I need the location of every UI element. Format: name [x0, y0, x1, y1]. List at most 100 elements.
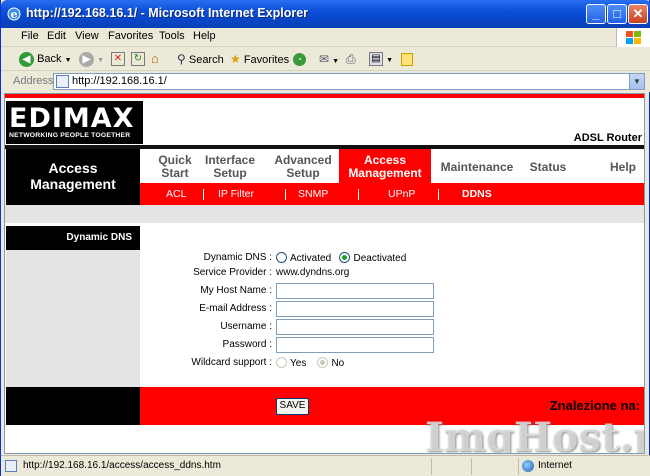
menu-file[interactable]: File [21, 30, 39, 42]
subtab-snmp[interactable]: SNMP [298, 188, 328, 200]
subtab-separator [438, 189, 439, 200]
section-title: Access Management [6, 149, 140, 205]
menu-help[interactable]: Help [193, 30, 216, 42]
footer-left-block [6, 387, 140, 425]
wildcard-label: Wildcard support : [191, 357, 272, 368]
dynamic-dns-options: Activated Deactivated [276, 252, 406, 264]
search-label: Search [188, 54, 224, 66]
mail-button[interactable]: ✉ ▼ [319, 50, 339, 68]
page-icon [56, 75, 69, 88]
watermark: ImgHost.pl [425, 414, 644, 454]
top-red-line [5, 94, 644, 98]
stop-button[interactable]: ✕ [111, 50, 125, 68]
internet-zone-icon [522, 460, 534, 472]
status-bar: http://192.168.16.1/access/access_ddns.h… [1, 455, 650, 476]
email-input[interactable] [276, 301, 434, 317]
address-input[interactable]: http://192.168.16.1/ ▼ [53, 73, 645, 90]
deactivated-label: Deactivated [353, 253, 407, 264]
title-bar[interactable]: e http://192.168.16.1/ - Microsoft Inter… [1, 0, 650, 28]
favorites-button[interactable]: ★ Favorites [230, 50, 289, 68]
home-button[interactable]: ⌂ [151, 50, 159, 68]
subtab-acl[interactable]: ACL [166, 188, 186, 200]
mail-icon: ✉ [319, 52, 330, 66]
print-icon: ⎙ [346, 52, 356, 66]
section-title-line2: Management [30, 176, 116, 192]
back-button[interactable]: ◀ Back ▼ [19, 50, 72, 68]
address-url: http://192.168.16.1/ [72, 75, 167, 87]
print-button[interactable]: ⎙ [346, 50, 356, 68]
status-url: http://192.168.16.1/access/access_ddns.h… [23, 460, 221, 471]
tab-interface-setup[interactable]: Interface Setup [202, 149, 258, 183]
tab-quick-start[interactable]: Quick Start [148, 149, 202, 183]
forward-dropdown-icon[interactable]: ▼ [97, 57, 104, 64]
windows-flag-icon [626, 31, 641, 44]
activated-radio[interactable] [276, 252, 287, 263]
address-label: Address [13, 75, 54, 87]
history-button[interactable]: ◔ [293, 50, 306, 68]
refresh-icon: ↻ [131, 52, 145, 67]
router-model: ADSL Router [573, 132, 642, 144]
search-icon: ⚲ [177, 52, 186, 66]
email-label: E-mail Address : [199, 303, 272, 314]
tab-maintenance[interactable]: Maintenance [437, 149, 517, 183]
username-row: Username : [140, 318, 644, 336]
logo-text: EDIMAX [9, 103, 135, 134]
host-name-input[interactable] [276, 283, 434, 299]
address-dropdown-icon[interactable]: ▼ [629, 74, 644, 89]
menu-bar: File Edit View Favorites Tools Help [1, 28, 650, 47]
wildcard-yes-radio[interactable] [276, 357, 287, 368]
status-divider [471, 458, 472, 475]
section-title-line1: Access [48, 160, 98, 176]
dynamic-dns-label: Dynamic DNS : [203, 252, 272, 263]
password-row: Password : [140, 336, 644, 354]
search-button[interactable]: ⚲ Search [177, 50, 224, 68]
wildcard-options: Yes No [276, 357, 344, 369]
windows-logo [616, 28, 650, 47]
subtab-ip-filter[interactable]: IP Filter [218, 188, 254, 200]
activated-label: Activated [290, 253, 332, 264]
menu-edit[interactable]: Edit [47, 30, 66, 42]
refresh-button[interactable]: ↻ [131, 50, 145, 68]
edit-button[interactable]: ▤ ▼ [369, 50, 393, 68]
address-bar: Address http://192.168.16.1/ ▼ [1, 71, 650, 92]
window-title: http://192.168.16.1/ - Microsoft Interne… [26, 6, 309, 20]
logo-tagline: NETWORKING PEOPLE TOGETHER [9, 132, 131, 139]
tab-help[interactable]: Help [603, 149, 643, 183]
menu-favorites[interactable]: Favorites [108, 30, 153, 42]
maximize-button[interactable]: □ [607, 4, 627, 24]
menu-view[interactable]: View [75, 30, 99, 42]
minimize-button[interactable]: _ [586, 4, 606, 24]
tab-label: Start [161, 166, 189, 180]
status-divider [431, 458, 432, 475]
wildcard-no-label: No [331, 358, 345, 369]
status-page-icon [5, 460, 17, 472]
edit-dropdown-icon[interactable]: ▼ [386, 57, 393, 64]
service-provider-row: Service Provider : www.dyndns.org [140, 264, 644, 282]
tab-label: Management [348, 166, 422, 180]
forward-button[interactable]: ▶ ▼ [79, 50, 104, 68]
subtab-bar: ACL IP Filter SNMP UPnP DDNS [140, 183, 644, 205]
mail-dropdown-icon[interactable]: ▼ [332, 58, 339, 65]
standard-toolbar: ◀ Back ▼ ▶ ▼ ✕ ↻ ⌂ ⚲ Search ★ Favorites … [1, 47, 650, 71]
menu-tools[interactable]: Tools [159, 30, 185, 42]
back-label: Back [37, 53, 62, 65]
subtab-upnp[interactable]: UPnP [388, 188, 415, 200]
tab-label: Setup [286, 166, 320, 180]
subtab-ddns[interactable]: DDNS [462, 188, 492, 200]
close-button[interactable]: ✕ [628, 4, 648, 24]
password-input[interactable] [276, 337, 434, 353]
footer-text: Znalezione na: [549, 398, 640, 413]
wildcard-yes-label: Yes [290, 358, 307, 369]
favorites-label: Favorites [243, 54, 290, 66]
deactivated-radio[interactable] [339, 252, 351, 263]
back-dropdown-icon[interactable]: ▼ [65, 57, 72, 64]
messenger-button[interactable] [401, 50, 413, 68]
tab-advanced-setup[interactable]: Advanced Setup [268, 149, 338, 183]
tab-status[interactable]: Status [523, 149, 573, 183]
save-button[interactable]: SAVE [276, 398, 309, 415]
username-input[interactable] [276, 319, 434, 335]
tab-label: Maintenance [440, 160, 514, 174]
tab-access-management[interactable]: Access Management [339, 149, 431, 183]
wildcard-no-radio[interactable] [317, 357, 329, 368]
edimax-logo: EDIMAX NETWORKING PEOPLE TOGETHER [6, 101, 143, 144]
